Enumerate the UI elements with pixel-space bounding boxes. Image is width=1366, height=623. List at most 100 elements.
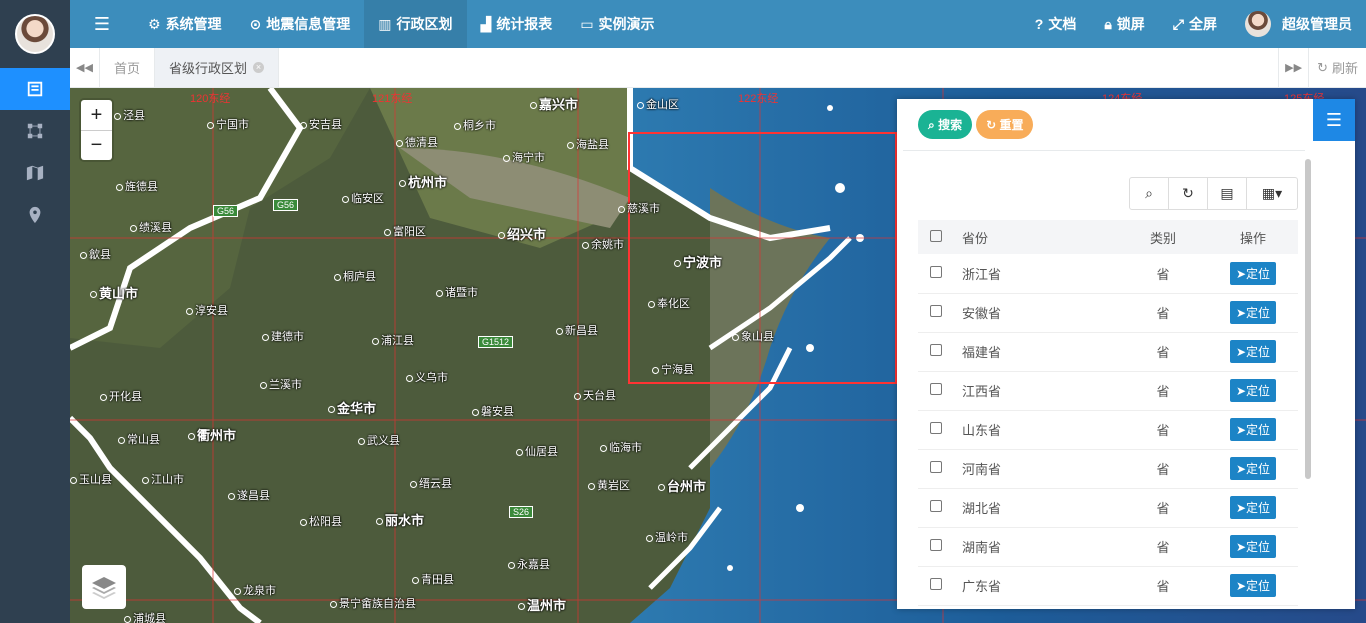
refresh-button[interactable]: ↻ 刷新 — [1308, 48, 1366, 87]
map-city-label: 宁国市 — [207, 116, 249, 132]
type-cell: 省 — [1118, 254, 1208, 294]
nav-item-earthquake[interactable]: ⊙ 地震信息管理 — [236, 0, 365, 48]
locate-button[interactable]: ➤定位 — [1229, 574, 1277, 597]
row-checkbox[interactable] — [930, 500, 942, 512]
sidebar-item-map[interactable] — [0, 152, 70, 194]
nav-item-region[interactable]: ▥ 行政区划 — [364, 0, 467, 48]
map-city-label: 黄山市 — [90, 283, 138, 302]
table-row[interactable]: 福建省省 ➤定位 — [918, 332, 1298, 372]
tab-current[interactable]: 省级行政区划 × — [155, 48, 280, 87]
tab-scroll-left-icon[interactable]: ◀◀ — [70, 48, 100, 87]
nav-label: 实例演示 — [598, 16, 655, 32]
table-search-icon[interactable]: ⌕ — [1130, 178, 1169, 209]
action-cell: ➤定位 — [1208, 332, 1298, 372]
row-checkbox[interactable] — [930, 344, 942, 356]
action-cell: ➤定位 — [1208, 449, 1298, 489]
top-navbar: ☰ ⚙ 系统管理 ⊙ 地震信息管理 ▥ 行政区划 ▟ 统计报表 ▭ 实例演示 ? 文档 🔒︎… — [70, 0, 1366, 48]
row-checkbox[interactable] — [930, 383, 942, 395]
coord-label: 120东经 — [190, 93, 231, 105]
locate-button[interactable]: ➤定位 — [1229, 301, 1277, 324]
row-checkbox[interactable] — [930, 578, 942, 590]
table-row[interactable]: 安徽省省 ➤定位 — [918, 293, 1298, 333]
table-toggle-view-icon[interactable]: ▤ — [1208, 178, 1247, 209]
map-city-label: 泾县 — [114, 107, 145, 123]
paper-plane-icon: ➤ — [1235, 540, 1247, 554]
question-icon: ? — [1034, 16, 1044, 32]
row-checkbox[interactable] — [930, 422, 942, 434]
table-row[interactable]: 河南省省 ➤定位 — [918, 449, 1298, 489]
refresh-icon: ↻ — [1317, 59, 1328, 75]
nav-item-stats[interactable]: ▟ 统计报表 — [467, 0, 567, 48]
column-header: 类别 — [1118, 220, 1208, 254]
tab-scroll-right-icon[interactable]: ▶▶ — [1278, 48, 1308, 87]
nav-item-docs[interactable]: ? 文档 — [1021, 0, 1091, 48]
row-checkbox[interactable] — [930, 265, 942, 278]
nav-item-lock[interactable]: 🔒︎ 锁屏 — [1090, 0, 1158, 48]
tab-close-icon[interactable]: × — [253, 62, 265, 73]
map-city-label: 余姚市 — [582, 236, 624, 252]
map-city-label: 淳安县 — [186, 302, 228, 318]
locate-button[interactable]: ➤定位 — [1229, 496, 1277, 519]
map-city-label: 绩溪县 — [130, 219, 172, 235]
panel-toggle-button[interactable]: ☰ — [1313, 99, 1355, 141]
locate-label: 定位 — [1246, 540, 1271, 554]
row-select-cell — [918, 488, 958, 528]
search-icon: ⌕ — [928, 118, 939, 132]
table-row[interactable]: 广东省省 ➤定位 — [918, 566, 1298, 606]
nav-item-system[interactable]: ⚙ 系统管理 — [134, 0, 236, 48]
map-city-label: 宁海县 — [652, 361, 694, 377]
map-city-label: 江山市 — [142, 471, 184, 487]
row-checkbox[interactable] — [930, 461, 942, 473]
bank-icon: ▥ — [378, 15, 392, 32]
locate-button[interactable]: ➤定位 — [1229, 535, 1277, 558]
layer-switcher-button[interactable] — [82, 565, 126, 609]
map-city-label: 磐安县 — [472, 403, 514, 419]
table-row[interactable]: 浙江省省 ➤定位 — [918, 254, 1298, 294]
action-cell: ➤定位 — [1208, 254, 1298, 294]
sidebar-item-region[interactable] — [0, 68, 70, 110]
sidebar-item-location[interactable] — [0, 194, 70, 236]
table-header-row: 省份 类别 操作 — [918, 220, 1298, 254]
tab-home[interactable]: 首页 — [100, 48, 156, 87]
row-checkbox[interactable] — [930, 539, 942, 551]
province-cell: 湖南省 — [958, 527, 1118, 567]
table-columns-icon[interactable]: ▦▾ — [1247, 178, 1297, 209]
locate-button[interactable]: ➤定位 — [1229, 340, 1277, 363]
location-pin-icon — [29, 206, 41, 224]
table-row[interactable]: 湖南省省 ➤定位 — [918, 527, 1298, 567]
map-city-label: 浦江县 — [372, 332, 414, 348]
locate-button[interactable]: ➤定位 — [1229, 379, 1277, 402]
zoom-in-icon[interactable]: + — [81, 100, 112, 130]
menu-toggle-icon[interactable]: ☰ — [70, 0, 134, 48]
map-city-label: 龙泉市 — [234, 582, 276, 598]
locate-button[interactable]: ➤定位 — [1229, 261, 1277, 285]
map-city-label: 温州市 — [518, 595, 566, 614]
sidebar-item-diagram[interactable] — [0, 110, 70, 152]
table-row[interactable]: 山东省省 ➤定位 — [918, 410, 1298, 450]
nav-item-demo[interactable]: ▭ 实例演示 — [566, 0, 668, 48]
paper-plane-icon: ➤ — [1235, 306, 1247, 320]
locate-button[interactable]: ➤定位 — [1229, 457, 1277, 480]
map-city-label: 旌德县 — [116, 178, 158, 194]
table-refresh-icon[interactable]: ↻ — [1169, 178, 1208, 209]
road-shield: S26 — [509, 506, 534, 518]
reset-button[interactable]: ↻ 重置 — [976, 110, 1034, 139]
map-city-label: 临海市 — [600, 439, 642, 455]
panel-scrollbar[interactable] — [1305, 159, 1311, 479]
action-cell: ➤定位 — [1208, 293, 1298, 333]
table-row[interactable]: 湖北省省 ➤定位 — [918, 488, 1298, 528]
user-menu[interactable]: 超级管理员 — [1231, 0, 1366, 48]
zoom-out-icon[interactable]: − — [81, 130, 112, 160]
row-select-cell — [918, 410, 958, 450]
row-checkbox[interactable] — [930, 305, 942, 317]
search-button[interactable]: ⌕ 搜索 — [918, 110, 973, 139]
avatar[interactable] — [15, 14, 55, 54]
locate-label: 定位 — [1246, 266, 1271, 281]
map-city-label: 缙云县 — [410, 475, 452, 491]
table-row[interactable]: 江西省省 ➤定位 — [918, 371, 1298, 411]
nav-item-fullscreen[interactable]: ⤢ 全屏 — [1159, 0, 1231, 48]
row-select-cell — [918, 527, 958, 567]
lock-icon: 🔒︎ — [1104, 15, 1112, 32]
locate-button[interactable]: ➤定位 — [1229, 418, 1277, 441]
select-all-checkbox[interactable] — [930, 229, 942, 242]
